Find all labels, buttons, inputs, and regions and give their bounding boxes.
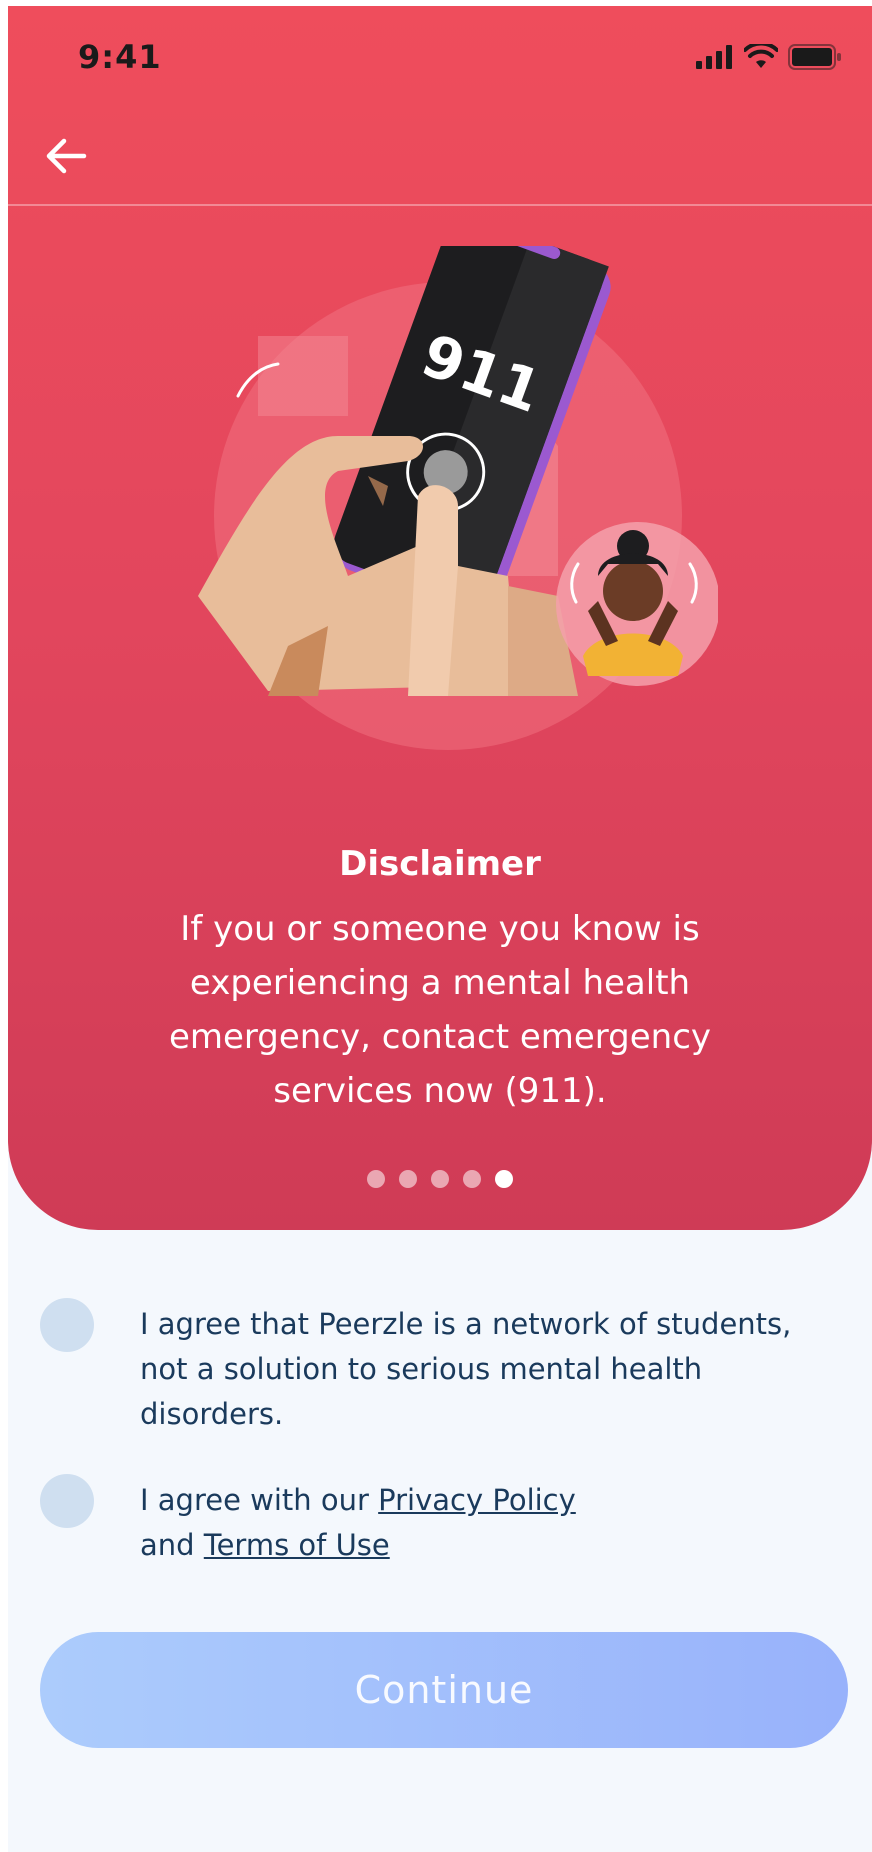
agreement-policies-prefix: I agree with our <box>140 1483 379 1517</box>
battery-icon <box>788 44 841 70</box>
hero-panel: 9:41 911 Disclaimer If you or someone yo… <box>8 6 872 1230</box>
page-dot <box>431 1170 449 1188</box>
disclaimer-title: Disclaimer <box>339 844 541 884</box>
agreement-network-checkbox[interactable] <box>40 1298 94 1352</box>
page-indicator <box>8 1170 872 1188</box>
emergency-call-illustration: 911 <box>198 246 718 750</box>
status-bar: 9:41 <box>8 6 872 106</box>
disclaimer-description: If you or someone you know is experienci… <box>168 909 712 1111</box>
status-time: 9:41 <box>78 38 162 76</box>
back-button[interactable] <box>38 128 94 184</box>
agreement-policies-checkbox[interactable] <box>40 1474 94 1528</box>
page-dot <box>367 1170 385 1188</box>
agreement-policies[interactable]: I agree with our Privacy Policy and Terms… <box>40 1474 840 1568</box>
arrow-left-icon <box>46 138 87 174</box>
agreement-policies-text: I agree with our Privacy Policy and Terms… <box>140 1478 820 1568</box>
nav-bar <box>8 106 872 206</box>
privacy-policy-link[interactable]: Privacy Policy <box>378 1483 576 1517</box>
agreement-network-text: I agree that Peerzle is a network of stu… <box>140 1307 792 1431</box>
cellular-signal-icon <box>696 45 732 69</box>
continue-button[interactable]: Continue <box>40 1632 848 1748</box>
status-icons <box>696 44 842 70</box>
agreement-network[interactable]: I agree that Peerzle is a network of stu… <box>40 1298 840 1437</box>
agreement-policies-middle: and <box>140 1528 204 1562</box>
terms-of-use-link[interactable]: Terms of Use <box>204 1528 390 1562</box>
page-dot <box>399 1170 417 1188</box>
page-dot-active <box>495 1170 513 1188</box>
wifi-icon <box>744 44 778 68</box>
screen: 9:41 911 Disclaimer If you or someone yo… <box>8 6 872 1852</box>
page-dot <box>463 1170 481 1188</box>
